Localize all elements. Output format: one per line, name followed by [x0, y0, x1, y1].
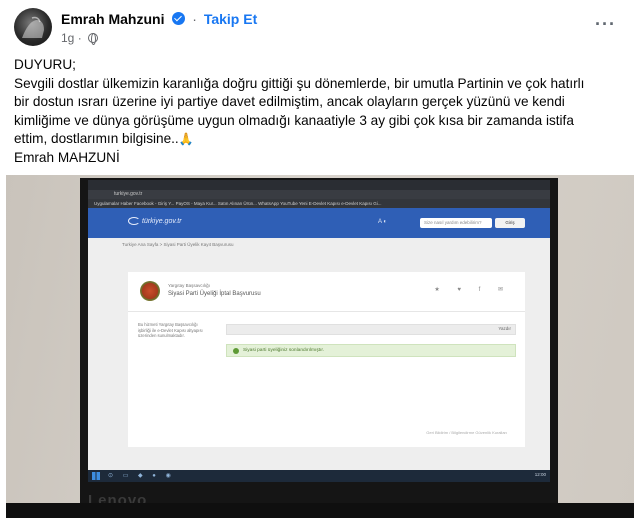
- site-logo: türkiye.gov.tr: [128, 217, 182, 225]
- site-login: Giriş: [495, 218, 525, 228]
- verified-badge-icon: [172, 12, 186, 25]
- site-search: Size nasıl yardım edebilirim?: [420, 218, 492, 228]
- taskbar: ⊙ ▭ ◆ ● ◉ 12:00: [88, 470, 550, 482]
- service-actions: ★ ♥ f ✉: [434, 287, 511, 293]
- site-header-icons: A ◐: [378, 219, 387, 225]
- browser-bookmarks: Uygulamalar Haber Facebook - Giriş Y... …: [88, 199, 550, 208]
- post-timestamp[interactable]: 1g: [61, 31, 74, 45]
- success-text: Siyasi parti üyeliğiniz sonlandırılmıştı…: [243, 348, 325, 353]
- success-message: Siyasi parti üyeliğiniz sonlandırılmıştı…: [226, 344, 516, 357]
- browser-url: turkiye.gov.tr: [88, 190, 550, 199]
- post-header: Emrah Mahzuni · Takip Et 1g · ···: [14, 8, 626, 48]
- court-seal-icon: [140, 281, 160, 301]
- follow-button[interactable]: Takip Et: [204, 11, 257, 27]
- post-line: DUYURU;: [14, 57, 76, 72]
- globe-icon: [88, 33, 99, 45]
- site-breadcrumb: Turkiye Ana Sayfa > Siyasi Parti Üyelik …: [122, 242, 234, 247]
- monitor-screen: turkiye.gov.tr Uygulamalar Haber Faceboo…: [88, 180, 550, 482]
- post-line: ettim, dostlarımın bilgisine..🙏: [14, 130, 634, 149]
- site-logo-text: türkiye.gov.tr: [142, 218, 182, 225]
- post-meta: 1g ·: [61, 31, 99, 45]
- logo-mark-icon: [128, 217, 140, 225]
- author-avatar[interactable]: [14, 8, 52, 46]
- windows-start-icon: [92, 472, 100, 480]
- form-field: Yazdır: [226, 324, 516, 335]
- post-photo[interactable]: turkiye.gov.tr Uygulamalar Haber Faceboo…: [6, 175, 634, 518]
- monitor: turkiye.gov.tr Uygulamalar Haber Faceboo…: [80, 178, 558, 518]
- post-line: bir dostun ısrarı üzerine iyi partiye da…: [14, 94, 565, 110]
- taskbar-clock: 12:00: [534, 472, 546, 477]
- footnote: Geri Bildirim / Bilgilendirme Güvenlik K…: [426, 430, 507, 435]
- service-side-text: Bu hizmeti Yargıtay Başsavcılığı işbirli…: [138, 322, 203, 339]
- service-card-header: Yargıtay Başsavcılığı Siyasi Parti Üyeli…: [128, 272, 525, 312]
- check-icon: [233, 348, 239, 354]
- service-title: Siyasi Parti Üyeliği İptal Başvurusu: [168, 291, 261, 297]
- author-line: Emrah Mahzuni · Takip Et: [61, 11, 257, 27]
- keyboard-edge: [6, 503, 634, 518]
- site-header: türkiye.gov.tr A ◐ Size nasıl yardım ede…: [88, 208, 550, 238]
- browser-tabbar: [88, 180, 550, 190]
- service-card: Yargıtay Başsavcılığı Siyasi Parti Üyeli…: [128, 272, 525, 447]
- post-text: DUYURU; Sevgili dostlar ülkemizin karanl…: [14, 56, 634, 168]
- post-signature: Emrah MAHZUNİ: [14, 149, 120, 165]
- post-line: Sevgili dostlar ülkemizin karanlığa doğr…: [14, 75, 585, 91]
- service-org: Yargıtay Başsavcılığı: [168, 283, 210, 288]
- separator: ·: [192, 11, 197, 27]
- post-line-text: ettim, dostlarımın bilgisine..: [14, 131, 179, 147]
- taskbar-icons: ⊙ ▭ ◆ ● ◉: [108, 473, 175, 479]
- print-label: Yazdır: [498, 326, 511, 331]
- author-name[interactable]: Emrah Mahzuni: [61, 11, 164, 27]
- praying-hands-icon: 🙏: [178, 132, 194, 147]
- post-line: kimliğime ve dünya görüşüme uygun olmadı…: [14, 112, 574, 128]
- separator: ·: [77, 31, 82, 45]
- more-options-icon[interactable]: ···: [595, 14, 616, 35]
